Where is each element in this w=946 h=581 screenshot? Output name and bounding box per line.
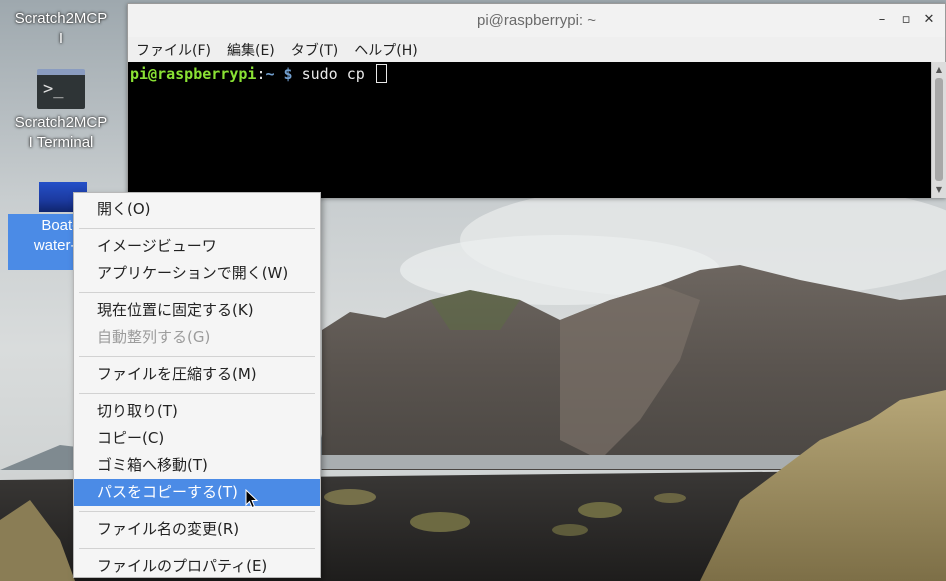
context-menu: 開く(O) イメージビューワ アプリケーションで開く(W) 現在位置に固定する(K) 自… <box>73 192 321 578</box>
scrollbar-thumb[interactable] <box>935 78 943 181</box>
menu-separator <box>79 228 315 229</box>
context-menu-item[interactable]: 現在位置に固定する(K) <box>74 297 320 324</box>
menu-separator <box>79 548 315 549</box>
menu-edit[interactable]: 編集(E) <box>227 40 275 60</box>
context-menu-item[interactable]: ファイルを圧縮する(M) <box>74 361 320 388</box>
menu-separator <box>79 511 315 512</box>
scroll-up-arrow-icon[interactable]: ▲ <box>932 64 946 76</box>
context-menu-item: 自動整列する(G) <box>97 328 211 346</box>
window-titlebar[interactable]: pi@raspberrypi: ~ – ▫ ✕ <box>128 4 945 37</box>
menu-separator <box>79 292 315 293</box>
menubar: ファイル(F) 編集(E) タブ(T) ヘルプ(H) <box>128 37 945 62</box>
terminal-output[interactable]: pi@raspberrypi:~ $ sudo cp <box>128 62 931 198</box>
context-menu-item[interactable]: 切り取り(T) <box>74 398 320 425</box>
prompt-path: ~ $ <box>265 65 293 83</box>
terminal-icon: >_ <box>37 69 85 109</box>
menu-file[interactable]: ファイル(F) <box>136 40 211 60</box>
desktop-icon-label: Scratch2MCP I Terminal <box>14 114 108 151</box>
desktop-icon-scratch2mcpi[interactable]: Scratch2MCP I <box>2 9 120 49</box>
desktop-icon-label: Scratch2MCP I <box>14 10 108 47</box>
context-menu-item[interactable]: イメージビューワ <box>74 233 320 260</box>
menu-separator <box>79 356 315 357</box>
vertical-scrollbar[interactable]: ▲ ▼ <box>931 62 946 198</box>
terminal-window[interactable]: pi@raspberrypi: ~ – ▫ ✕ ファイル(F) 編集(E) タブ… <box>127 3 946 198</box>
menu-help[interactable]: ヘルプ(H) <box>354 40 417 60</box>
context-menu-item[interactable]: ゴミ箱へ移動(T) <box>74 452 320 479</box>
menu-tabs[interactable]: タブ(T) <box>291 40 338 60</box>
typed-command: sudo cp <box>292 65 374 83</box>
menu-separator <box>79 393 315 394</box>
context-menu-item[interactable]: 開く(O) <box>74 196 320 223</box>
context-menu-item[interactable]: アプリケーションで開く(W) <box>74 260 320 287</box>
close-button[interactable]: ✕ <box>921 12 937 28</box>
window-title: pi@raspberrypi: ~ <box>476 12 597 29</box>
mouse-pointer-icon <box>245 489 259 509</box>
context-menu-item[interactable]: ファイル名の変更(R) <box>74 516 320 543</box>
scroll-down-arrow-icon[interactable]: ▼ <box>932 184 946 196</box>
minimize-button[interactable]: – <box>874 12 890 28</box>
context-menu-item[interactable]: パスをコピーする(T) <box>74 479 320 506</box>
text-cursor <box>375 64 387 83</box>
maximize-button[interactable]: ▫ <box>898 12 914 28</box>
context-menu-item[interactable]: ファイルのプロパティ(E) <box>74 553 320 580</box>
context-menu-item[interactable]: コピー(C) <box>74 425 320 452</box>
desktop-icon-scratch2mcpi-terminal[interactable]: >_ Scratch2MCP I Terminal <box>2 66 120 153</box>
prompt-user: pi@raspberrypi <box>130 65 257 83</box>
